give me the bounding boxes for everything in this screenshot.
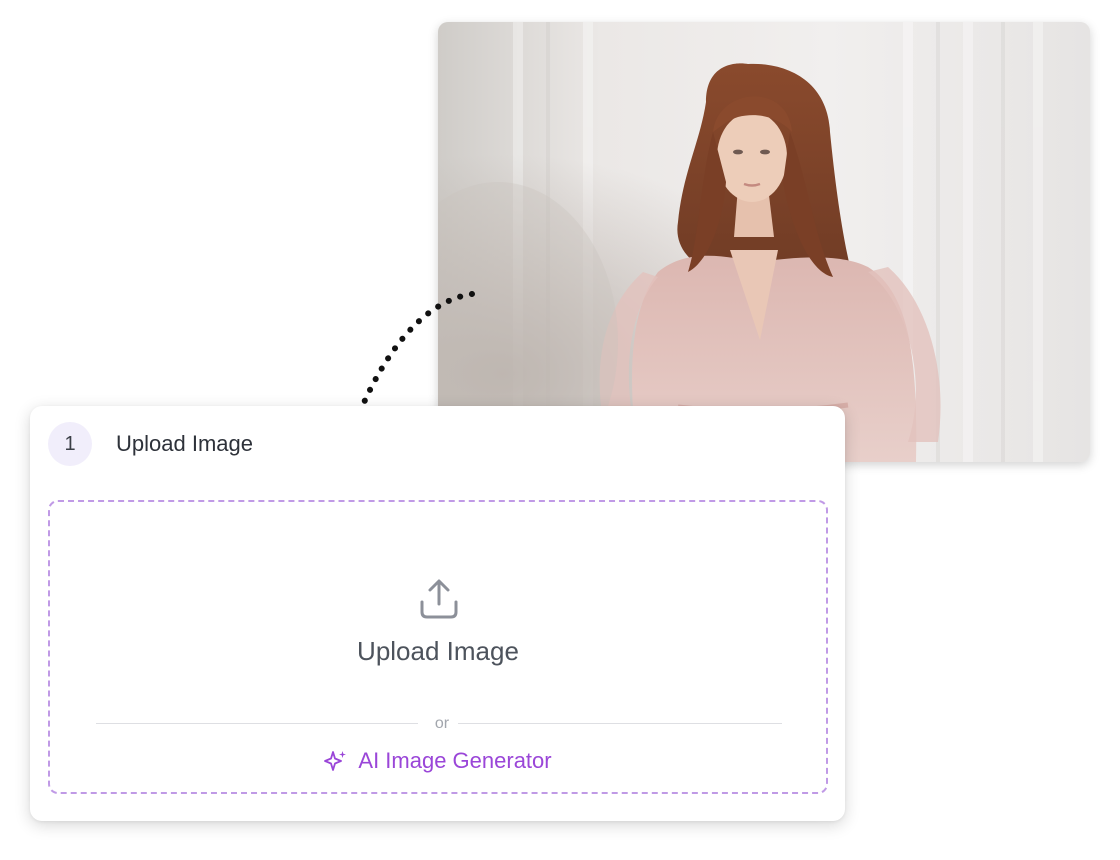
upload-label: Upload Image bbox=[357, 636, 519, 666]
divider-or-text: or bbox=[434, 715, 450, 732]
divider-line-right bbox=[458, 723, 782, 724]
divider-line-left bbox=[96, 723, 418, 724]
upload-icon bbox=[420, 579, 458, 619]
upload-card: 1 Upload Image Upload Image or AI Image … bbox=[30, 406, 845, 821]
or-divider: or bbox=[96, 714, 782, 734]
ai-image-generator-link[interactable]: AI Image Generator bbox=[50, 748, 826, 774]
sample-photo bbox=[438, 22, 1090, 462]
upload-dropzone[interactable]: Upload Image or AI Image Generator bbox=[48, 500, 828, 794]
ai-link-label: AI Image Generator bbox=[358, 748, 552, 773]
sparkle-icon bbox=[324, 751, 347, 771]
step-title: Upload Image bbox=[116, 431, 253, 456]
step-number-badge: 1 bbox=[48, 422, 92, 466]
step-header: 1 Upload Image bbox=[48, 422, 253, 466]
